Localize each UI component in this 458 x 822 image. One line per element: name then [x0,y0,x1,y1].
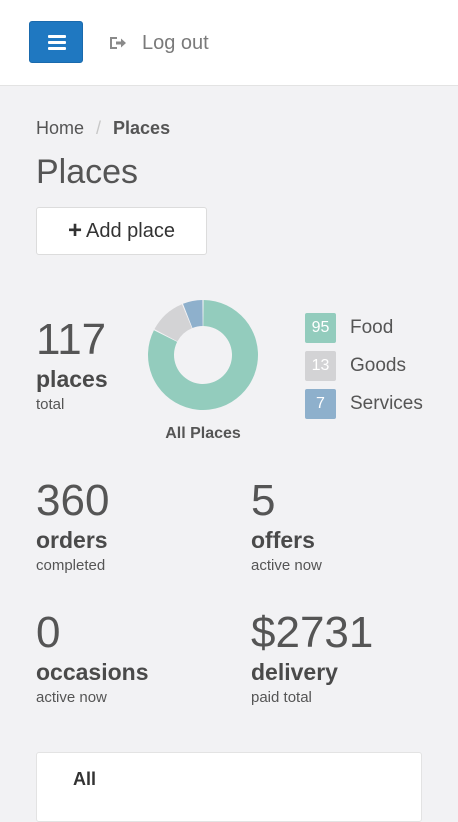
stat-orders-label: orders [36,527,108,553]
logout-link[interactable]: Log out [108,28,209,58]
stat-delivery-label: delivery [251,659,338,685]
add-place-label: Add place [86,219,175,242]
legend-label: Goods [350,355,406,376]
logout-icon [110,37,126,49]
legend-item-food: 95 Food [305,313,423,343]
breadcrumb-separator: / [96,118,102,138]
menu-icon [48,35,66,38]
places-donut-chart [148,300,258,410]
stat-orders: 360 orders completed [36,476,110,575]
stat-offers-sub: active now [251,557,322,574]
stat-offers-value: 5 [251,476,276,525]
stat-places: 117 places total [36,315,108,414]
stat-offers-label: offers [251,527,315,553]
stat-orders-sub: completed [36,557,106,574]
page-title: Places [36,153,139,191]
stat-occasions-label: occasions [36,659,149,685]
stat-occasions-sub: active now [36,689,107,706]
stat-places-value: 117 [36,315,107,364]
menu-icon-bar [48,41,66,44]
plus-icon: + [68,217,83,244]
menu-button[interactable] [29,21,83,63]
chart-legend: 95 Food 13 Goods 7 Services [305,313,423,427]
breadcrumb-current: Places [113,118,171,138]
breadcrumb: Home / Places [36,118,170,139]
menu-icon-bar [48,47,66,50]
legend-badge: 95 [305,313,336,343]
legend-item-goods: 13 Goods [305,351,423,381]
stat-occasions: 0 occasions active now [36,608,149,707]
stat-orders-value: 360 [36,476,110,525]
stat-delivery-sub: paid total [251,689,312,706]
legend-badge: 13 [305,351,336,381]
legend-label: Services [350,393,423,414]
places-filter-panel: All [36,752,422,822]
stat-delivery-value: $2731 [251,608,374,657]
logout-label: Log out [142,31,209,54]
stat-places-label: places [36,366,108,392]
chart-title: All Places [165,425,241,442]
legend-item-services: 7 Services [305,389,423,419]
stat-occasions-value: 0 [36,608,61,657]
stat-offers: 5 offers active now [251,476,322,575]
stat-places-sub: total [36,396,65,413]
add-place-button[interactable]: + Add place [36,207,207,255]
breadcrumb-home[interactable]: Home [36,118,84,138]
top-bar: Log out [0,0,458,86]
stat-delivery: $2731 delivery paid total [251,608,374,707]
legend-badge: 7 [305,389,336,419]
legend-label: Food [350,317,394,338]
tab-all[interactable]: All [73,769,96,790]
